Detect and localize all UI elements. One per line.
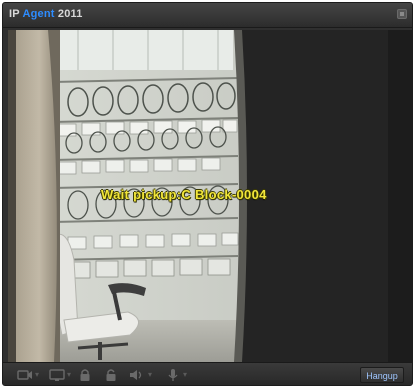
close-icon[interactable] <box>397 9 407 19</box>
title-prefix: IP <box>9 8 20 20</box>
video-feed: Wait pickup:C Block-0004 <box>8 30 412 362</box>
app-window: IP Agent 2011 Wait pickup:C Block-0004 ▾… <box>2 2 413 386</box>
hangup-button[interactable]: Hangup <box>360 367 404 383</box>
video-icon[interactable] <box>17 368 33 382</box>
microphone-icon[interactable] <box>167 368 179 382</box>
unlock-icon[interactable] <box>105 368 117 382</box>
title-bar: IP Agent 2011 <box>3 3 412 28</box>
status-overlay: Wait pickup:C Block-0004 <box>101 187 267 202</box>
title-accent: Agent <box>22 8 55 20</box>
speaker-icon[interactable] <box>129 368 145 382</box>
dropdown-arrow-icon[interactable]: ▾ <box>35 371 39 379</box>
title-suffix: 2011 <box>57 8 83 20</box>
lock-icon[interactable] <box>79 368 91 382</box>
dropdown-arrow-icon[interactable]: ▾ <box>148 371 152 379</box>
dropdown-arrow-icon[interactable]: ▾ <box>67 371 71 379</box>
window-title: IP Agent 2011 <box>9 8 83 20</box>
call-toolbar: ▾ ▾ ▾ ▾ Hangup <box>3 362 412 385</box>
screen-icon[interactable] <box>49 368 65 382</box>
dropdown-arrow-icon[interactable]: ▾ <box>183 371 187 379</box>
